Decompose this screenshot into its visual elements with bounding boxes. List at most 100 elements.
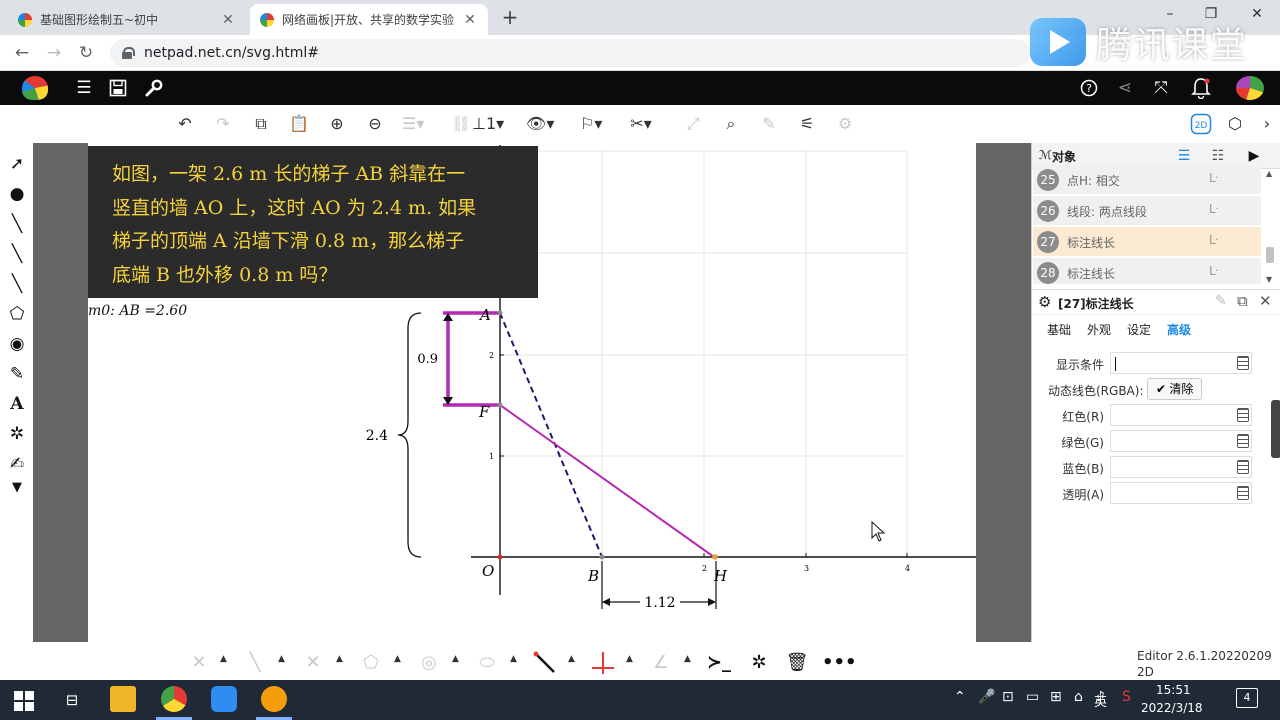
perpendicular-tool-icon[interactable]: ╲ [242,650,268,676]
point-tool-icon[interactable]: ● [4,181,30,207]
tray-expand-icon[interactable]: ⌃ [954,689,966,705]
polygon-transform-icon[interactable]: ⬠ [358,650,384,676]
ime-indicator[interactable]: 英 [1094,691,1107,710]
netpad-logo-icon[interactable] [22,76,48,100]
pin-icon[interactable]: ᒷ [1209,264,1218,278]
problem-text-box[interactable]: 如图，一架 2.6 m 长的梯子 AB 斜靠在一 竖直的墙 AO 上，这时 AO… [88,146,538,298]
red-input[interactable] [1110,404,1252,426]
help-icon[interactable]: ? [1077,76,1101,100]
zoom-in-icon[interactable]: ⊕ [326,113,348,135]
user-avatar[interactable] [1236,76,1264,100]
green-input[interactable] [1110,430,1252,452]
segment-measure-icon[interactable] [532,650,558,676]
windows-start-icon[interactable] [12,688,36,712]
back-arrow-icon[interactable]: ← [10,41,34,65]
close-panel-icon[interactable]: ✕ [1259,292,1272,310]
paste-icon[interactable]: 📋 [288,113,310,135]
measurement-label[interactable]: m0: AB =2.60 [88,303,187,319]
point-O[interactable] [497,554,503,560]
trash-icon[interactable]: 🗑 [784,650,810,676]
notification-center-badge[interactable]: 4 [1236,688,1258,708]
polygon-tool-icon[interactable]: ⬠ [4,301,30,327]
messaging-app-icon[interactable] [211,686,237,712]
object-row[interactable]: 27 标注线长 ᒷ [1033,227,1261,257]
expand-right-icon[interactable]: › [1256,113,1278,135]
point-H[interactable] [712,554,718,560]
angle-tool-icon[interactable]: ∠ [648,650,674,676]
object-row[interactable]: 25 点H: 相交 ᒷ [1033,165,1261,195]
clock-time[interactable]: 15:51 [1156,683,1191,697]
edit-icon[interactable]: ✎ [1215,293,1227,309]
visibility-eye-icon[interactable]: 👁▾ [526,113,554,135]
line-tool-icon[interactable]: ╲ [4,271,30,297]
point-B[interactable] [599,554,605,560]
magic-wand-icon[interactable]: ✲ [746,650,772,676]
pin-icon[interactable]: ᒷ [1209,233,1218,247]
caret-icon[interactable]: ▲ [452,654,459,664]
object-row[interactable]: 26 线段: 两点线段 ᒷ [1033,196,1261,226]
magic-wand-icon[interactable]: ✲ [4,421,30,447]
scroll-thumb[interactable] [1266,247,1274,263]
align-icon[interactable]: ☰▾ [402,113,424,135]
pen-tool-icon[interactable]: ✎ [4,361,30,387]
caret-icon[interactable]: ▲ [278,654,285,664]
task-view-icon[interactable]: ⊟ [60,688,84,712]
browser-tab-1[interactable]: 基础图形绘制五~初中 ✕ [8,4,246,35]
scroll-down-icon[interactable]: ▼ [1266,275,1272,284]
axis-tool-icon[interactable] [590,650,616,676]
intersect-tool-icon[interactable]: ✕ [186,650,212,676]
antivirus-icon[interactable]: S [1122,689,1131,705]
panel-scrollbar[interactable] [1271,400,1280,458]
wifi-icon[interactable]: ⌂ [1074,689,1083,705]
tab-advanced[interactable]: 高级 [1167,321,1191,338]
ladder-AB-dashed[interactable] [499,312,603,558]
microphone-icon[interactable]: 🎤 [978,689,995,705]
tab-appearance[interactable]: 外观 [1087,321,1111,338]
zoom-out-icon[interactable]: ⊖ [364,113,386,135]
network-icon[interactable]: ⊞ [1050,689,1062,705]
calculator-icon[interactable] [1237,356,1249,370]
link-icon[interactable]: ⛓ [450,113,472,135]
undo-icon[interactable]: ↶ [174,113,196,135]
flag-icon[interactable]: ⚐▾ [580,113,602,135]
tab-settings[interactable]: 设定 [1127,321,1151,338]
tab-close-icon[interactable]: ✕ [462,12,478,28]
mode-2d-icon[interactable]: 2D [1190,113,1212,135]
caret-icon[interactable]: ▲ [394,654,401,664]
mode-3d-icon[interactable]: ⬡ [1224,113,1246,135]
edit-box-icon[interactable]: ✍ [4,451,30,477]
objects-scrollbar[interactable]: ▲ ▼ [1264,169,1276,287]
text-tool-icon[interactable]: A [4,391,30,417]
select-pointer-icon[interactable]: ➚ [4,151,30,177]
calculator-icon[interactable] [1237,486,1249,500]
screen-record-icon[interactable]: ⊡ [1002,689,1014,705]
media-app-icon[interactable] [261,686,287,712]
url-omnibox[interactable]: netpad.net.cn/svg.html# [110,39,1030,67]
pin-icon[interactable]: ᒷ [1209,171,1218,185]
transform-icon[interactable]: ✂▾ [630,113,652,135]
save-icon[interactable] [106,76,130,100]
object-row[interactable]: 28 标注线长 ᒷ [1033,258,1261,285]
calculator-icon[interactable] [1237,460,1249,474]
caret-icon[interactable]: ▲ [626,654,633,664]
file-explorer-icon[interactable] [110,686,136,712]
play-icon[interactable]: ▶ [1244,146,1264,166]
pop-out-icon[interactable]: ⧉ [1237,292,1248,310]
pin-icon[interactable]: ᒷ [1209,202,1218,216]
tab-close-icon[interactable]: ✕ [220,12,236,28]
circle-tool-icon[interactable]: ◉ [4,331,30,357]
tree-view-icon[interactable]: ☷ [1208,146,1228,166]
gear-icon[interactable]: ⚙ [834,113,856,135]
caret-icon[interactable]: ▲ [568,654,575,664]
circle-transform-icon[interactable]: ◎ [416,650,442,676]
point-A[interactable] [497,310,503,316]
caret-icon[interactable]: ▲ [336,654,343,664]
list-view-icon[interactable]: ☰ [1174,146,1194,166]
point-F[interactable] [497,402,503,408]
more-tools-caret-icon[interactable]: ▼ [4,475,30,501]
browser-tab-2[interactable]: 网络画板|开放、共享的数学实验 ✕ [250,4,488,35]
display-condition-input[interactable] [1110,352,1252,374]
ladder-FH[interactable] [499,404,715,558]
command-prompt-icon[interactable]: ≻_ [706,650,732,676]
menu-icon[interactable]: ☰ [72,76,96,100]
